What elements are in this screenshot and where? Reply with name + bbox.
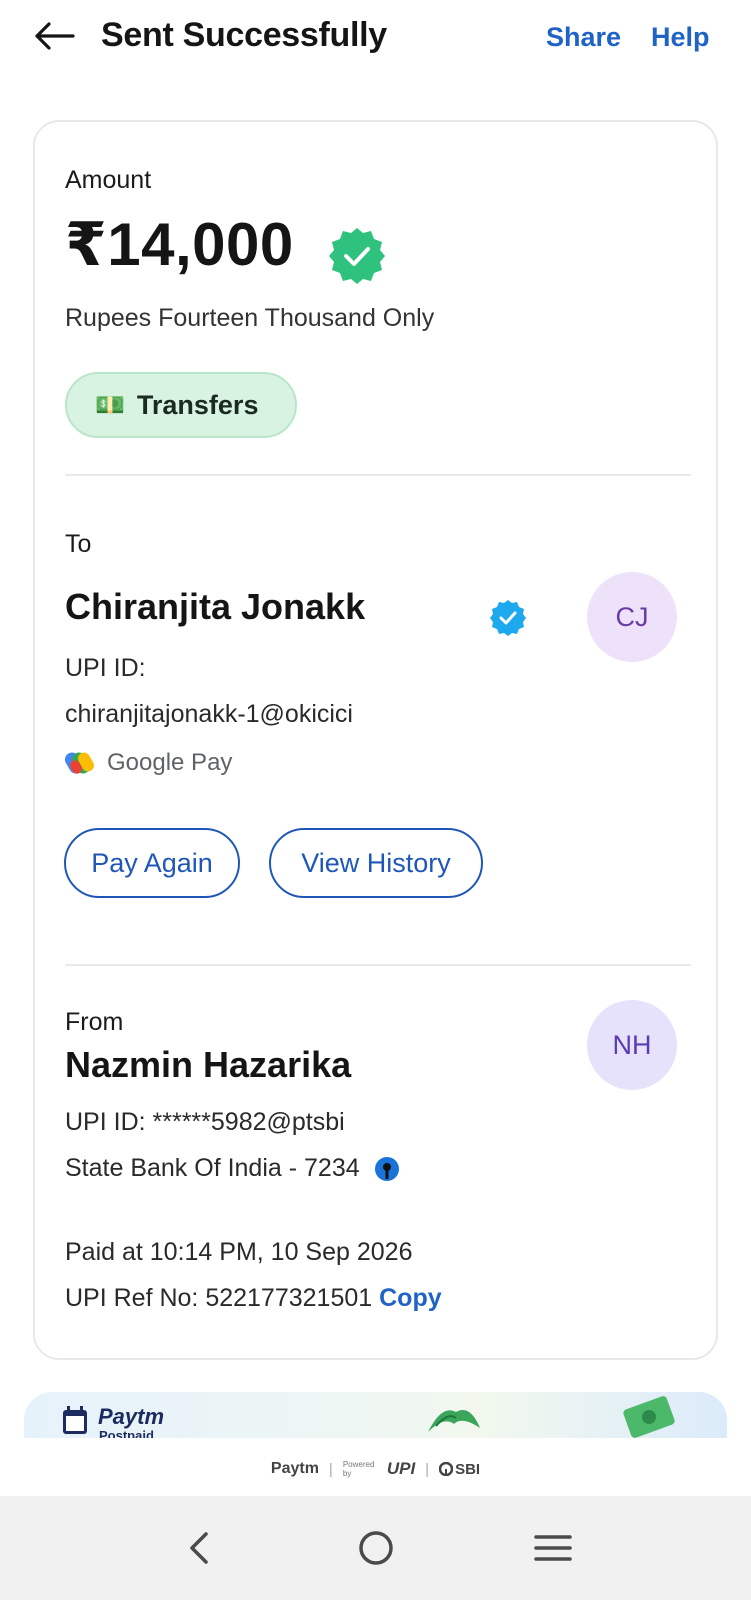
arrow-left-icon bbox=[35, 22, 75, 50]
to-label: To bbox=[65, 530, 92, 558]
sender-bank: State Bank Of India - 7234 bbox=[65, 1154, 400, 1183]
sender-bank-text: State Bank Of India - 7234 bbox=[65, 1154, 360, 1182]
system-nav-bar bbox=[0, 1496, 751, 1600]
sbi-mark-icon bbox=[439, 1462, 454, 1476]
chevron-left-icon bbox=[189, 1532, 208, 1564]
logo-separator: | bbox=[425, 1460, 430, 1478]
sender-upi-id: UPI ID: ******5982@ptsbi bbox=[65, 1108, 345, 1136]
recipient-upi-label: UPI ID: bbox=[65, 654, 146, 682]
top-app-bar: Sent Successfully Share Help bbox=[0, 0, 751, 80]
paytm-logo: Paytm bbox=[270, 1460, 319, 1477]
paid-at-timestamp: Paid at 10:14 PM, 10 Sep 2026 bbox=[65, 1238, 413, 1266]
cash-illustration-icon bbox=[623, 1396, 675, 1438]
upi-ref-number: UPI Ref No: 522177321501 bbox=[65, 1284, 373, 1312]
category-tag[interactable]: 💵 Transfers bbox=[65, 372, 297, 438]
sbi-logo-text: SBI bbox=[455, 1460, 481, 1478]
upi-logo: UPI bbox=[386, 1459, 416, 1478]
home-circle-icon bbox=[358, 1531, 393, 1565]
recipient-name: Chiranjita Jonakk bbox=[65, 586, 366, 627]
upi-ref-row: UPI Ref No: 522177321501 Copy bbox=[65, 1284, 442, 1313]
sender-name: Nazmin Hazarika bbox=[65, 1044, 352, 1085]
google-pay-icon bbox=[65, 752, 94, 774]
verified-badge-icon bbox=[490, 600, 526, 636]
banner-brand: Paytm bbox=[98, 1404, 165, 1429]
page-title: Sent Successfully bbox=[101, 16, 387, 54]
calendar-rupee-icon bbox=[63, 1406, 87, 1434]
money-icon: 💵 bbox=[95, 391, 125, 419]
back-button[interactable] bbox=[30, 18, 78, 54]
menu-lines-icon bbox=[533, 1535, 572, 1561]
divider bbox=[65, 474, 691, 476]
cash-illustration-icon bbox=[428, 1410, 480, 1432]
category-label: Transfers bbox=[136, 389, 259, 420]
help-link[interactable]: Help bbox=[651, 22, 710, 53]
recipient-upi-id: chiranjitajonakk-1@okicici bbox=[65, 700, 353, 728]
banner-brand-sub: Postpaid bbox=[99, 1428, 154, 1438]
amount-label: Amount bbox=[65, 166, 152, 194]
powered-by-text: Powered by bbox=[342, 1460, 375, 1478]
promo-banner[interactable]: Paytm Postpaid bbox=[24, 1392, 727, 1438]
nav-home-button[interactable] bbox=[346, 1518, 406, 1578]
nav-back-button[interactable] bbox=[169, 1518, 229, 1578]
sbi-logo: SBI bbox=[439, 1461, 480, 1478]
verified-check-icon bbox=[329, 228, 385, 284]
payment-app: Google Pay bbox=[65, 748, 232, 778]
pay-again-button[interactable]: Pay Again bbox=[64, 828, 240, 898]
share-link[interactable]: Share bbox=[546, 22, 621, 53]
divider bbox=[65, 964, 691, 966]
logo-separator: | bbox=[328, 1460, 333, 1478]
recipient-avatar: CJ bbox=[587, 572, 677, 662]
from-label: From bbox=[65, 1008, 124, 1036]
receipt-card: Amount ₹14,000 Rupees Fourteen Thousand … bbox=[33, 120, 718, 1360]
sbi-logo-icon bbox=[374, 1156, 399, 1181]
payment-app-name: Google Pay bbox=[107, 749, 233, 776]
partner-logos: Paytm | Powered by UPI | SBI bbox=[0, 1452, 751, 1486]
nav-recents-button[interactable] bbox=[523, 1518, 583, 1578]
sender-avatar: NH bbox=[587, 1000, 677, 1090]
amount-value: ₹14,000 bbox=[65, 211, 294, 278]
view-history-button[interactable]: View History bbox=[269, 828, 483, 898]
amount-in-words: Rupees Fourteen Thousand Only bbox=[65, 304, 435, 332]
copy-ref-button[interactable]: Copy bbox=[379, 1284, 442, 1312]
